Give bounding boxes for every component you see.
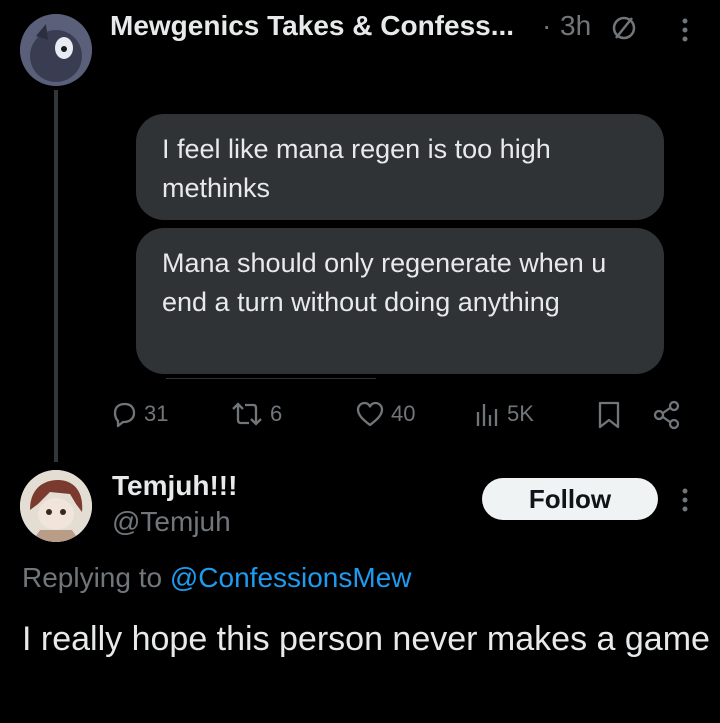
repost-button[interactable]: 6: [230, 400, 282, 428]
follow-button[interactable]: Follow: [482, 478, 658, 520]
repost-icon: [232, 402, 262, 426]
heart-icon: [356, 401, 384, 427]
repost-count: 6: [270, 401, 283, 426]
views-count: 5K: [507, 401, 534, 426]
post-separator: ·: [542, 10, 552, 41]
replying-to: Replying to @ConfessionsMew: [22, 562, 412, 594]
reply-more-options-icon[interactable]: [680, 486, 690, 519]
reply-text: I really hope this person never makes a …: [22, 620, 710, 658]
views-button[interactable]: 5K: [475, 400, 534, 428]
author-name[interactable]: Mewgenics Takes & Confess...: [110, 10, 514, 42]
thread-line: [54, 90, 58, 462]
replying-to-handle[interactable]: @ConfessionsMew: [170, 562, 412, 593]
share-icon[interactable]: [652, 400, 682, 435]
message-bubble-2: Mana should only regenerate when u end a…: [136, 228, 664, 374]
bookmark-icon[interactable]: [596, 400, 622, 435]
more-options-icon[interactable]: [680, 16, 690, 49]
like-button[interactable]: 40: [355, 400, 415, 428]
reply-count: 31: [144, 401, 169, 426]
author-avatar[interactable]: [20, 14, 92, 86]
reply-author-handle[interactable]: @Temjuh: [112, 506, 231, 538]
reply-button[interactable]: 31: [110, 400, 168, 428]
reply-icon: [113, 402, 136, 428]
image-divider: [166, 378, 376, 379]
like-count: 40: [391, 401, 416, 426]
no-symbol-icon: [610, 14, 638, 47]
replying-to-label: Replying to: [22, 562, 163, 593]
reply-author-name[interactable]: Temjuh!!!: [112, 470, 237, 502]
post-time[interactable]: 3h: [560, 10, 591, 42]
views-icon: [476, 404, 498, 426]
reply-author-avatar[interactable]: [20, 470, 92, 542]
message-bubble-1: I feel like mana regen is too high methi…: [136, 114, 664, 220]
